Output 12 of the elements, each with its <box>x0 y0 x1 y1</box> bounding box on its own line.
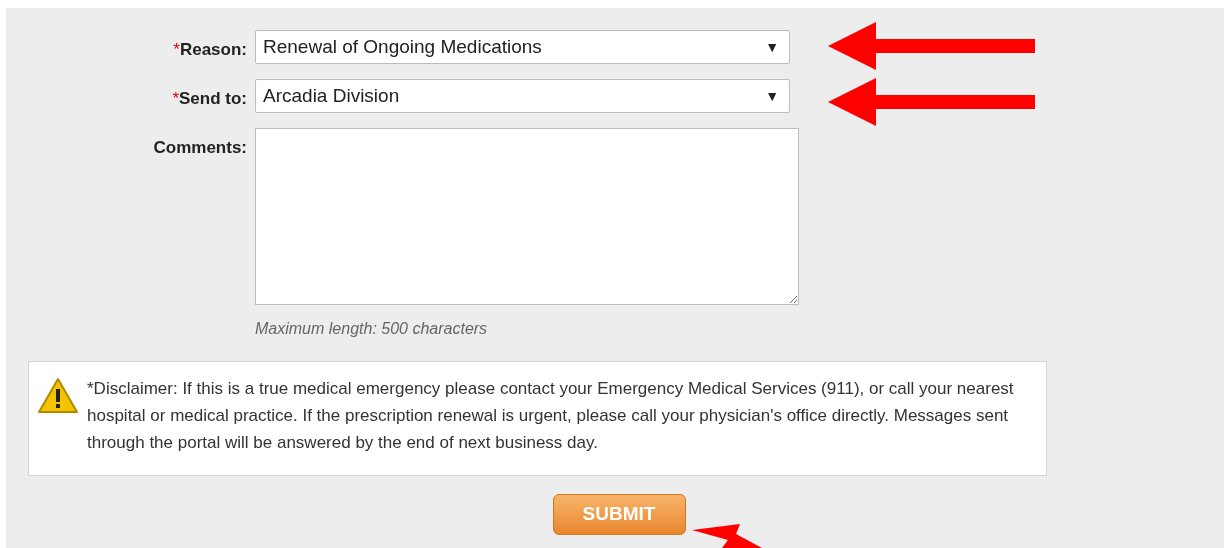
required-mark: * <box>172 88 179 110</box>
comments-field[interactable] <box>255 128 799 305</box>
field-hint: Maximum length: 500 characters <box>255 319 489 339</box>
field-label: Reason: <box>179 39 247 61</box>
warning-icon <box>37 377 79 415</box>
dropdown-field[interactable]: Arcadia Division ▼ <box>255 79 790 113</box>
required-mark: * <box>173 39 180 61</box>
field-label: Send to: <box>179 88 247 110</box>
field-label: Comments: <box>153 137 247 159</box>
dropdown-field[interactable]: Renewal of Ongoing Medications ▼ <box>255 30 790 64</box>
arrow-annotation <box>692 524 762 548</box>
disclaimer-text: *Disclaimer: If this is a true medical emergency please contact your Emergency Medical Services (911), or call your nearest hospital or medical practice. If the prescription renewal is urgent, please call your physician's office directly. Messages sent through the portal will be answered by the end of next business day. <box>87 378 1015 454</box>
